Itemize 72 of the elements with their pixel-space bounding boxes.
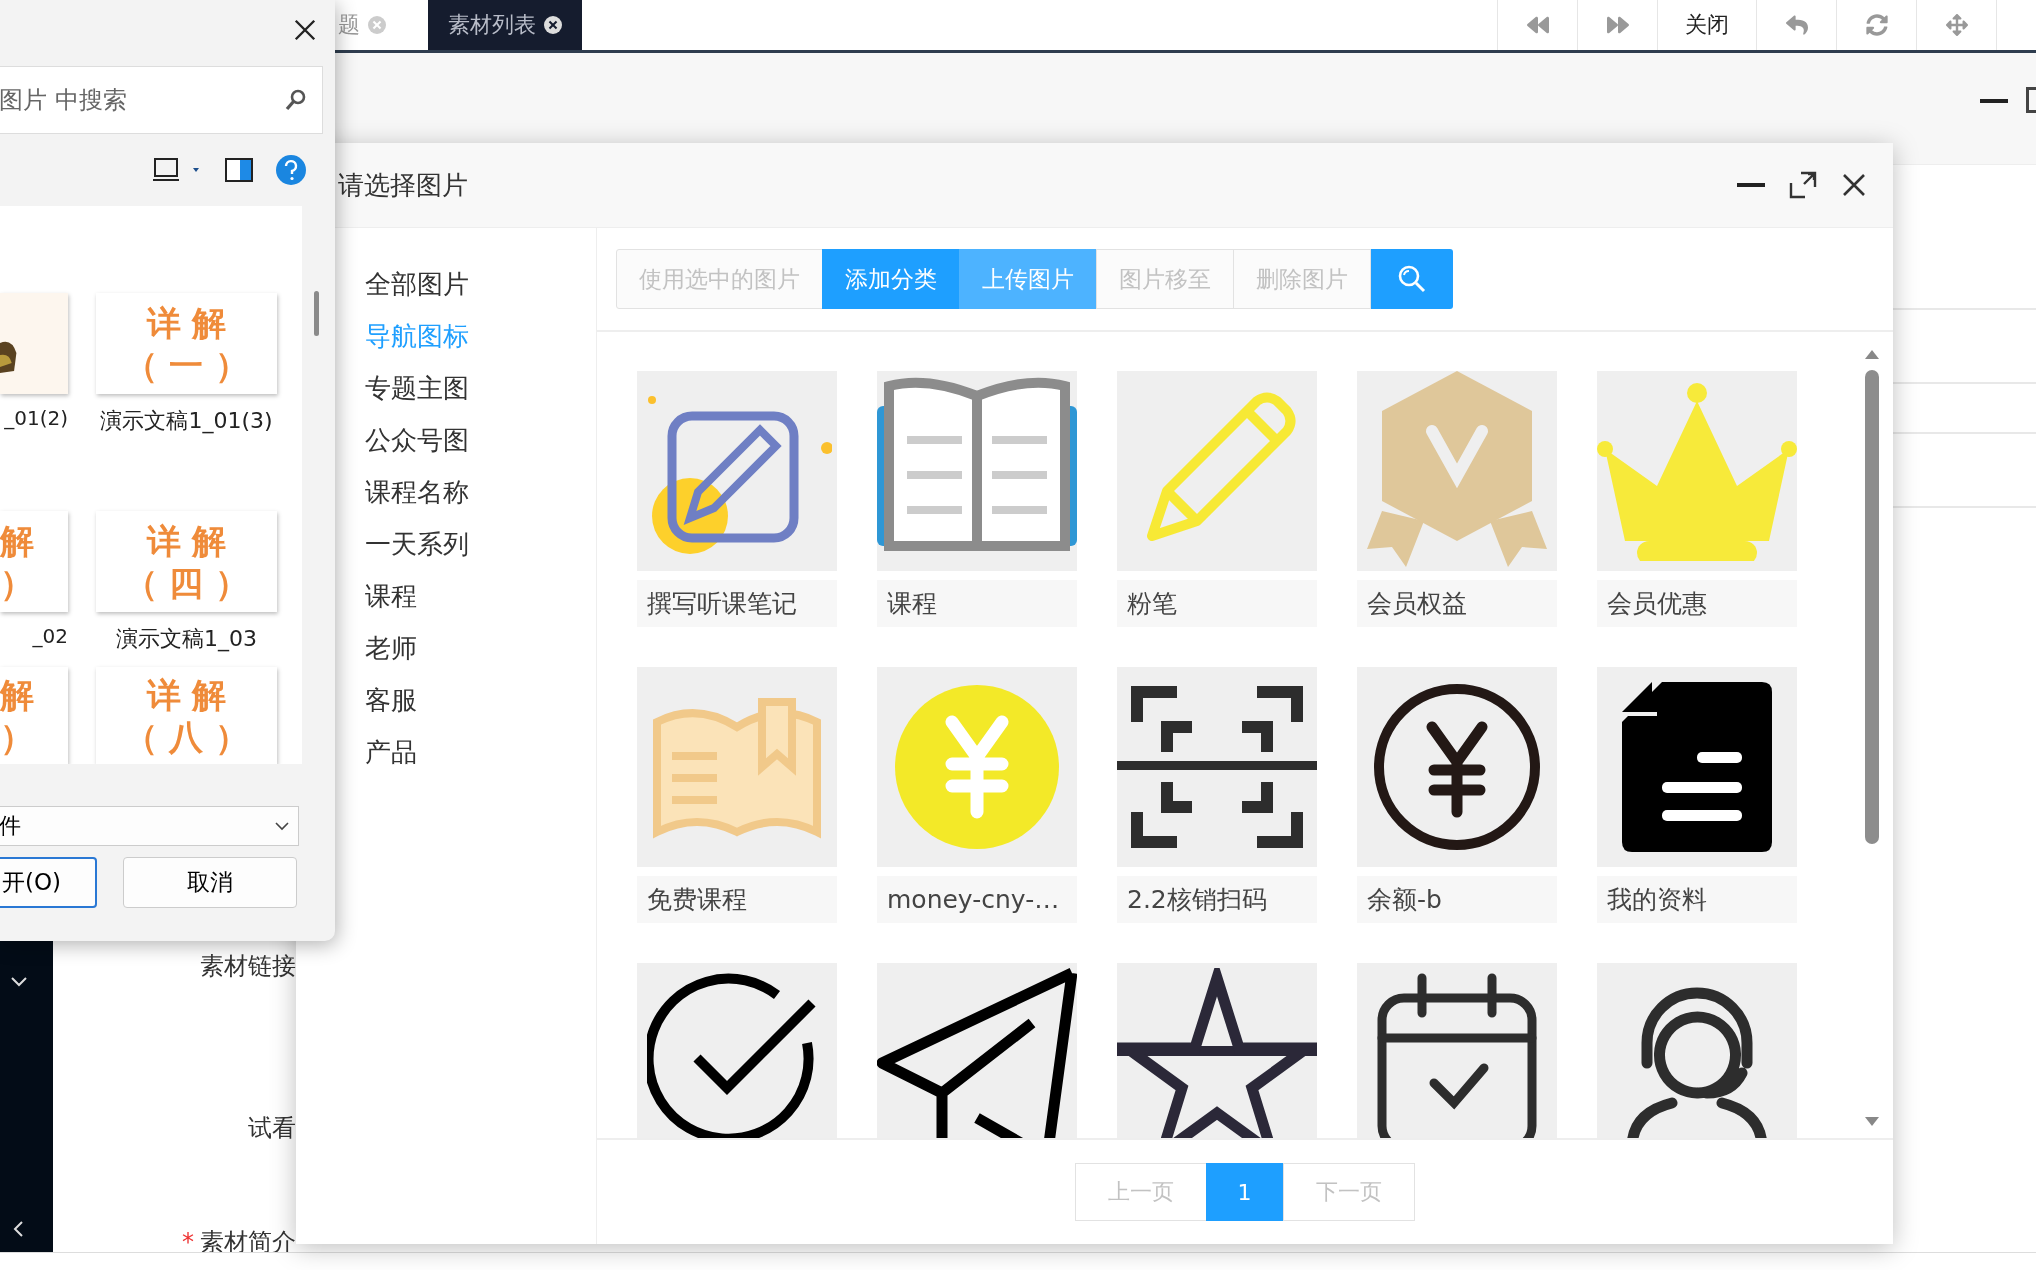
help-icon[interactable] — [275, 154, 307, 186]
yen-circle-icon — [1372, 682, 1542, 852]
close-icon[interactable] — [293, 18, 317, 42]
refresh-icon — [1865, 14, 1888, 36]
image-caption: 粉笔 — [1117, 580, 1317, 627]
category-item[interactable]: 产品 — [365, 726, 596, 778]
image-caption: 2.2核销扫码 — [1117, 876, 1317, 923]
image-caption: 课程 — [877, 580, 1077, 627]
image-caption: money-cny-… — [877, 876, 1077, 923]
maximize-icon[interactable] — [1789, 171, 1817, 199]
category-item[interactable]: 课程名称 — [365, 466, 596, 518]
image-caption: 我的资料 — [1597, 876, 1797, 923]
chevron-down-icon — [274, 821, 290, 831]
image-tile[interactable] — [1117, 667, 1317, 867]
image-tile[interactable] — [1357, 371, 1557, 571]
image-tile[interactable] — [1597, 667, 1797, 867]
open-button[interactable]: 开(O) — [0, 857, 97, 908]
search-icon — [284, 88, 308, 112]
file-name[interactable]: 演示文稿1_03 — [116, 624, 257, 654]
image-tile[interactable] — [877, 963, 1077, 1138]
category-item[interactable]: 课程 — [365, 570, 596, 622]
close-tab-button[interactable]: 关闭 — [1657, 0, 1756, 50]
category-item[interactable]: 专题主图 — [365, 362, 596, 414]
file-name[interactable]: _02 — [32, 624, 68, 648]
scroll-up-icon[interactable] — [1864, 348, 1880, 360]
image-caption: 撰写听课笔记 — [637, 580, 837, 627]
fast-forward-icon — [1606, 14, 1629, 36]
close-icon[interactable] — [1841, 172, 1867, 198]
minimize-icon[interactable] — [1737, 182, 1765, 188]
search-button[interactable] — [1371, 249, 1453, 309]
image-caption: 会员优惠 — [1597, 580, 1797, 627]
image-tile[interactable] — [637, 371, 837, 571]
image-tile[interactable] — [1357, 963, 1557, 1138]
file-name[interactable]: 演示文稿1_01(3) — [100, 406, 273, 436]
move-arrows-icon — [1945, 14, 1968, 36]
form-label: 试看 — [248, 1114, 296, 1142]
category-item[interactable]: 老师 — [365, 622, 596, 674]
image-tile[interactable] — [1117, 371, 1317, 571]
scrollbar[interactable] — [1863, 348, 1881, 1128]
star-icon — [1117, 968, 1317, 1138]
category-item[interactable]: 全部图片 — [365, 258, 596, 310]
dialog-title: 请选择图片 — [338, 168, 468, 202]
page-tab[interactable]: 素材列表 — [428, 0, 582, 50]
search-icon — [1397, 264, 1427, 294]
image-tile[interactable] — [877, 667, 1077, 867]
required-mark: * — [182, 1228, 194, 1256]
reply-arrow-icon — [1785, 14, 1808, 36]
image-tile[interactable] — [877, 371, 1077, 571]
scroll-down-icon[interactable] — [1864, 1116, 1880, 1128]
image-caption: 余额-b — [1357, 876, 1557, 923]
image-tile[interactable] — [637, 667, 837, 867]
category-item[interactable]: 一天系列 — [365, 518, 596, 570]
paper-plane-icon — [877, 968, 1077, 1138]
image-caption: 免费课程 — [637, 876, 837, 923]
category-item[interactable]: 客服 — [365, 674, 596, 726]
crown-icon — [1597, 381, 1797, 561]
yen-coin-icon — [892, 682, 1062, 852]
image-tile[interactable] — [1357, 667, 1557, 867]
image-tile[interactable] — [1597, 371, 1797, 571]
preview-pane-icon[interactable] — [225, 158, 253, 182]
image-caption: 会员权益 — [1357, 580, 1557, 627]
category-item[interactable]: 公众号图 — [365, 414, 596, 466]
cancel-button[interactable]: 取消 — [123, 857, 297, 908]
form-label: 素材链接 — [200, 952, 296, 980]
rewind-icon — [1526, 14, 1549, 36]
tab-close-icon[interactable] — [544, 16, 562, 34]
document-icon — [1622, 682, 1772, 852]
image-tile[interactable] — [1597, 963, 1797, 1138]
image-tile[interactable] — [1117, 963, 1317, 1138]
search-field[interactable]: 图片 中搜索 — [0, 66, 323, 134]
file-name[interactable]: _01(2) — [4, 406, 68, 430]
image-tile[interactable] — [637, 963, 837, 1138]
